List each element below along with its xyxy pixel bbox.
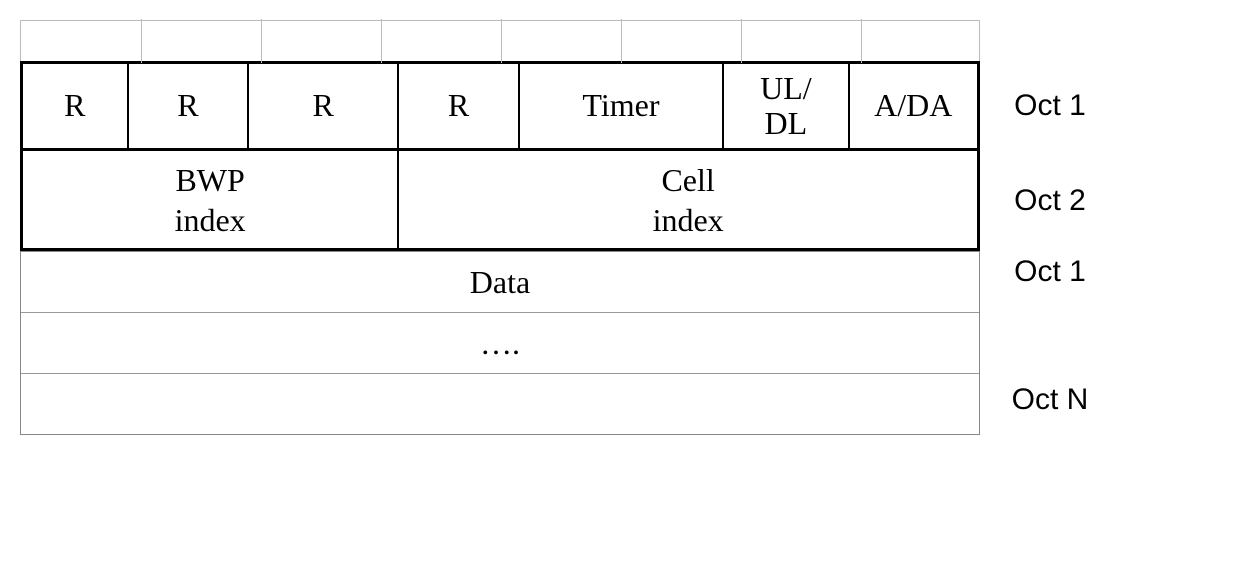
data-start-label: Oct 1 — [1014, 255, 1086, 289]
oct2-cell-0: BWP index — [23, 151, 399, 248]
data-row-0: Data — [21, 251, 979, 312]
ruler-tick — [741, 19, 742, 63]
ruler-tick — [261, 19, 262, 63]
ruler-tick — [861, 19, 862, 63]
data-block: Data…. — [20, 251, 980, 435]
mac-ce-structure-diagram: RRRRTimerUL/ DLA/DA Oct 1 BWP indexCell … — [20, 20, 1220, 435]
oct1-cell-5: UL/ DL — [724, 64, 849, 148]
data-row-1: …. — [21, 312, 979, 373]
bit-ruler — [20, 20, 980, 61]
octet-1-row: RRRRTimerUL/ DLA/DA — [20, 61, 980, 151]
oct1-cell-4: Timer — [520, 64, 724, 148]
octet-2-label: Oct 2 — [980, 151, 1120, 251]
data-end-label: Oct N — [1012, 383, 1089, 417]
oct2-cell-1: Cell index — [399, 151, 977, 248]
ruler-tick — [501, 19, 502, 63]
ruler-tick — [141, 19, 142, 63]
oct1-cell-3: R — [399, 64, 519, 148]
data-row-2 — [21, 373, 979, 434]
oct1-cell-2: R — [249, 64, 399, 148]
oct1-cell-6: A/DA — [850, 64, 977, 148]
octet-2-row: BWP indexCell index — [20, 151, 980, 251]
oct1-cell-1: R — [129, 64, 249, 148]
oct1-cell-0: R — [23, 64, 129, 148]
ruler-tick — [381, 19, 382, 63]
ruler-tick — [621, 19, 622, 63]
octet-1-label: Oct 1 — [980, 61, 1120, 151]
